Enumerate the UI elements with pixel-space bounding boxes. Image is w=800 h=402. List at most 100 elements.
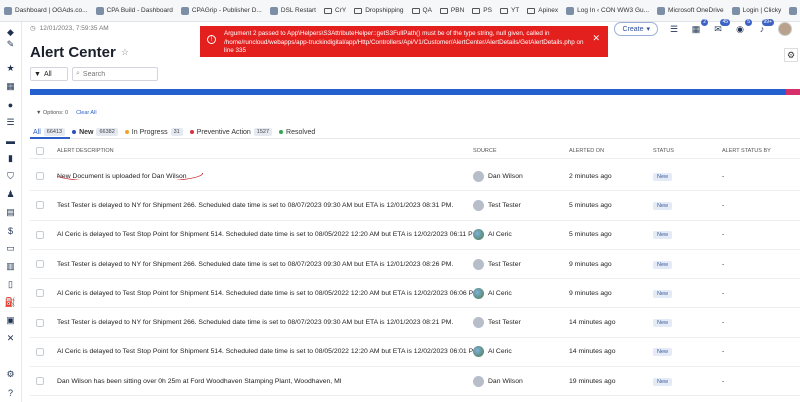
row-checkbox[interactable] [36,377,44,386]
alert-source[interactable]: Dan Wilson [473,170,569,182]
bookmark-item[interactable]: PS [472,7,492,14]
chart-icon[interactable]: ▥ [4,260,17,273]
bookmark-item[interactable]: Dashboard | OGAds.co... [4,6,88,15]
chat-icon[interactable]: ◉ 5 [734,19,752,35]
alert-source[interactable]: Al Ceric [473,229,569,241]
wrench-icon[interactable]: ✕ [4,332,17,345]
bookmark-item[interactable]: YT [499,7,519,14]
status-badge[interactable]: New [653,377,673,386]
row-checkbox[interactable] [36,201,44,210]
bookmark-item[interactable]: PBN [439,7,464,14]
filter-select[interactable]: ▼ All [30,67,68,81]
bookmark-item[interactable]: Login | Clicky [731,6,781,15]
close-icon[interactable]: ✕ [592,34,600,43]
bookmark-item[interactable]: QA [411,7,432,14]
tab-resolved[interactable]: Resolved [279,129,315,136]
alert-description[interactable]: Test Tester is delayed to NY for Shipmen… [57,202,473,209]
bookmark-item[interactable]: Log In ‹ CON WW3 Gu... [566,6,649,15]
row-checkbox[interactable] [36,172,44,181]
calendar-icon[interactable]: ▦ 2 [690,19,708,35]
alert-source[interactable]: Dan Wilson [473,375,569,387]
alert-source[interactable]: Test Tester [473,199,569,211]
tab-new[interactable]: New 66382 [72,128,118,136]
status-badge[interactable]: New [653,289,673,298]
alert-description[interactable]: Al Ceric is delayed to Test Stop Point f… [57,348,473,355]
alert-description[interactable]: Al Ceric is delayed to Test Stop Point f… [57,231,473,238]
alert-source[interactable]: Al Ceric [473,346,569,358]
search-input[interactable] [82,70,153,78]
bookmark-item[interactable]: CPA Build - Dashboard [95,6,173,15]
table-row[interactable]: Al Ceric is delayed to Test Stop Point f… [30,221,800,250]
alert-source[interactable]: Test Tester [473,317,569,329]
trailer-icon[interactable]: ▮ [4,152,17,165]
status-badge[interactable]: New [653,319,673,328]
col-header-status-by[interactable]: ALERT STATUS BY [722,148,800,154]
col-header-status[interactable]: STATUS [653,148,722,154]
alert-description[interactable]: Dan Wilson has been sitting over 0h 25m … [57,378,473,385]
table-row[interactable]: Test Tester is delayed to NY for Shipmen… [30,250,800,280]
favorite-star-icon[interactable]: ☆ [121,47,129,58]
col-header-source[interactable]: SOURCE [473,148,569,154]
list-icon[interactable]: ☰ [4,116,17,129]
status-badge[interactable]: New [653,172,673,181]
alert-description[interactable]: New Document is uploaded for Dan Wilson [57,172,473,180]
clipboard-icon[interactable]: ▤ [4,206,17,219]
bookmark-item[interactable]: Dropshipping [354,7,404,14]
user-avatar[interactable] [778,22,792,36]
task-list-icon[interactable]: ☰ [668,23,680,35]
row-checkbox[interactable] [36,230,44,239]
pen-icon[interactable]: ✎ [4,38,17,51]
table-row[interactable]: Test Tester is delayed to NY for Shipmen… [30,308,800,338]
tab-all[interactable]: All 66413 [33,128,66,136]
card-icon[interactable]: ▭ [4,242,17,255]
status-badge[interactable]: New [653,231,673,240]
bookmark-item[interactable]: CrY [324,7,346,14]
messages-icon[interactable]: ✉ 45 [712,19,730,35]
users-icon[interactable]: ● [4,98,17,111]
tab-in-progress[interactable]: In Progress 31 [124,128,183,136]
person-icon[interactable]: ♟ [4,188,17,201]
bookmark-item[interactable]: DSL Restart [269,6,316,15]
tab-preventive-action[interactable]: Preventive Action 1527 [189,128,273,136]
clear-all-link[interactable]: Clear All [76,110,96,116]
row-checkbox[interactable] [36,260,44,269]
create-button[interactable]: Create ▾ [614,22,658,36]
status-badge[interactable]: New [653,260,673,269]
alert-source[interactable]: Test Tester [473,258,569,270]
settings-gear-icon[interactable]: ⚙ [4,368,17,381]
status-badge[interactable]: New [653,201,673,210]
col-header-description[interactable]: ALERT DESCRIPTION [57,148,473,154]
alert-description[interactable]: Test Tester is delayed to NY for Shipmen… [57,261,473,268]
bookmark-item[interactable]: cPanel cheatunique [789,6,800,15]
alert-description[interactable]: Test Tester is delayed to NY for Shipmen… [57,319,473,326]
settings-side-icon[interactable]: ⚙ [784,48,798,62]
bookmark-item[interactable]: Apinex [527,7,558,14]
dollar-icon[interactable]: $ [4,224,17,237]
table-row[interactable]: Test Tester is delayed to NY for Shipmen… [30,191,800,221]
shield-icon[interactable]: ⛉ [4,170,17,183]
table-row[interactable]: New Document is uploaded for Dan Wilson D… [30,162,800,192]
truck-icon[interactable]: ▬ [4,134,17,147]
inbox-icon[interactable]: ▣ [4,314,17,327]
options-filter[interactable]: ▼ Options: 0 [36,110,68,116]
document-icon[interactable]: ▯ [4,278,17,291]
select-all-checkbox[interactable] [36,146,44,155]
table-row[interactable]: Al Ceric is delayed to Test Stop Point f… [30,338,800,368]
alert-description[interactable]: Al Ceric is delayed to Test Stop Point f… [57,290,473,297]
search-box[interactable]: ⌕ [72,67,158,81]
row-checkbox[interactable] [36,347,44,356]
table-row[interactable]: Al Ceric is delayed to Test Stop Point f… [30,279,800,309]
star-icon[interactable]: ★ [4,62,17,75]
alert-source[interactable]: Al Ceric [473,287,569,299]
help-icon[interactable]: ? [4,386,17,399]
row-checkbox[interactable] [36,289,44,298]
table-row[interactable]: Dan Wilson has been sitting over 0h 25m … [30,367,800,397]
bookmark-item[interactable]: Microsoft OneDrive [657,6,724,15]
fuel-icon[interactable]: ⛽ [4,296,17,309]
bell-icon[interactable]: ♪ 99+ [756,19,774,35]
bookmark-item[interactable]: CPAGrip - Publisher D... [180,6,262,15]
dashboard-icon[interactable]: ▦ [4,80,17,93]
row-checkbox[interactable] [36,318,44,327]
col-header-alerted-on[interactable]: ALERTED ON [569,148,653,154]
status-badge[interactable]: New [653,348,673,357]
